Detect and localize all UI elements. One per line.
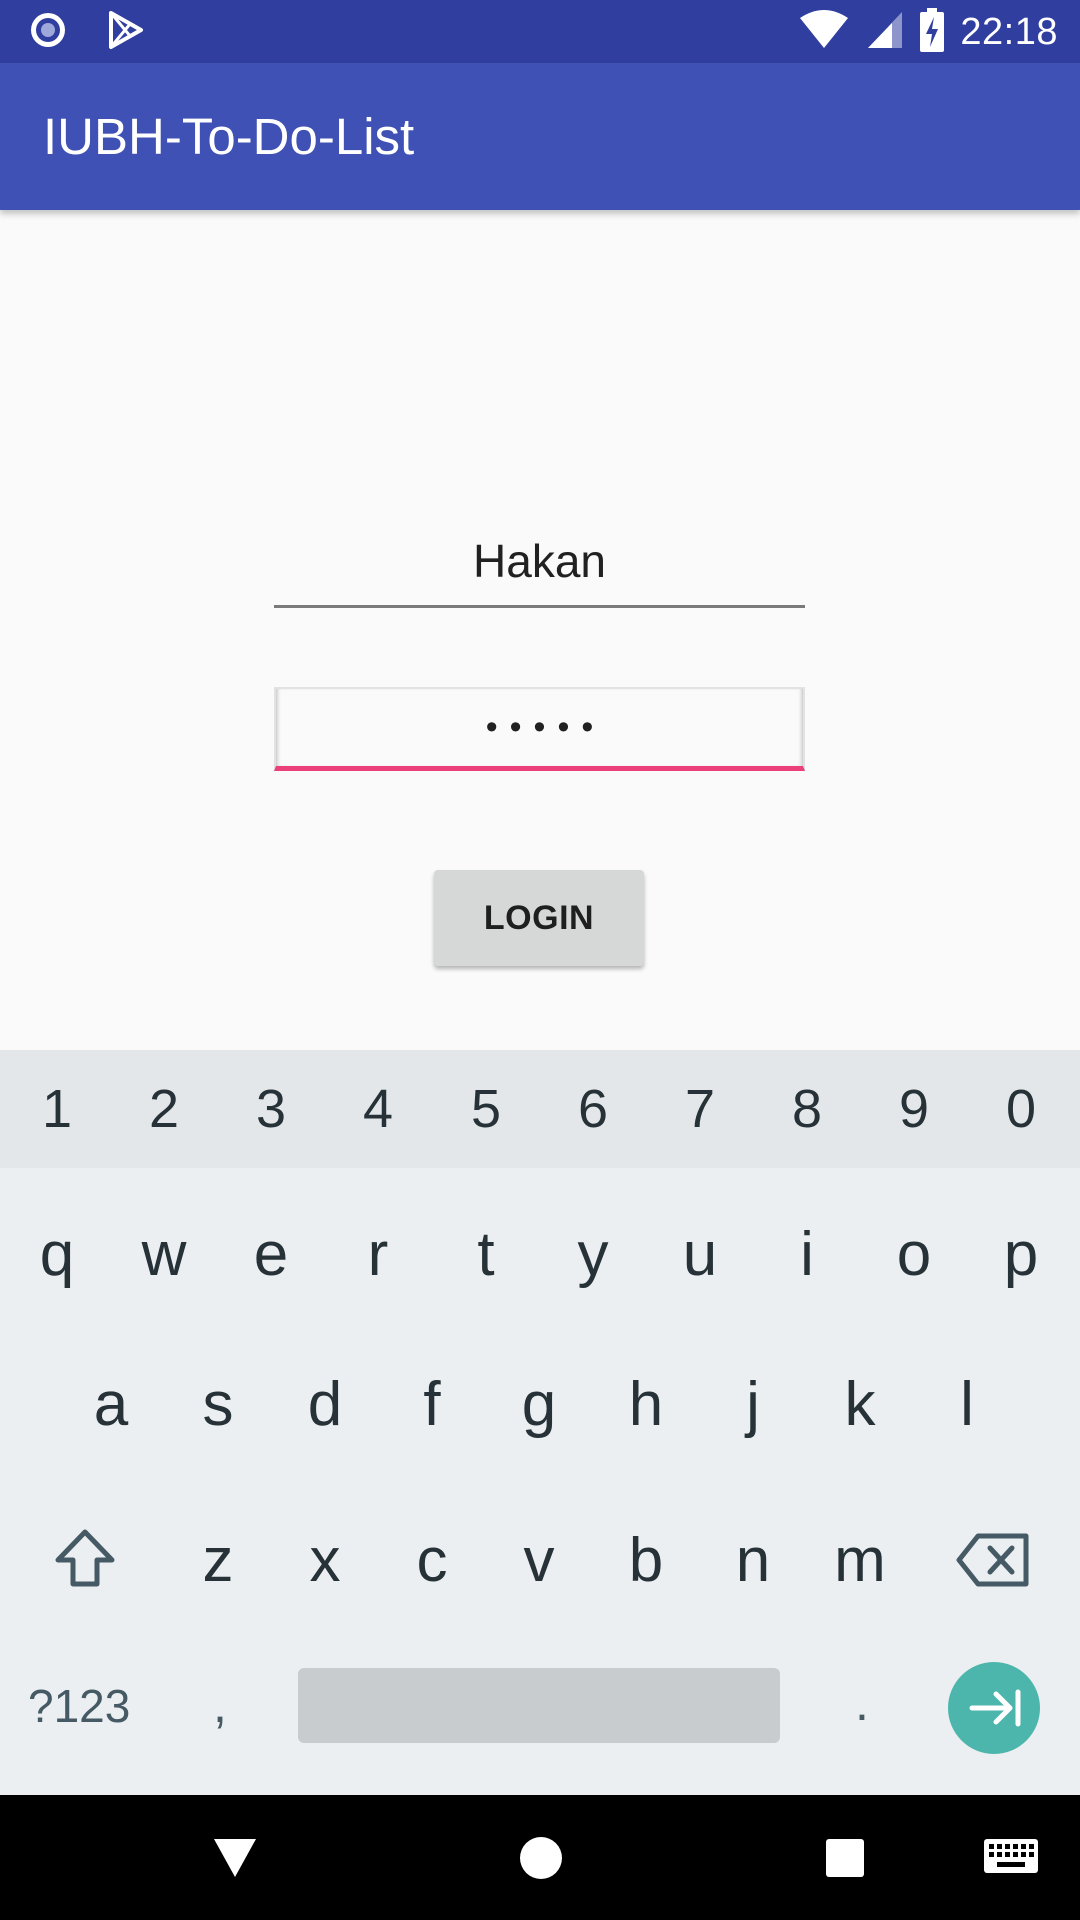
key-l[interactable]: l xyxy=(927,1360,1007,1460)
recents-icon[interactable] xyxy=(800,1795,890,1920)
key-c[interactable]: c xyxy=(392,1516,472,1616)
key-8[interactable]: 8 xyxy=(767,1050,847,1168)
screen: 22:18 IUBH-To-Do-List Hakan ••••• LOGIN … xyxy=(0,0,1080,1920)
play-store-icon xyxy=(108,10,144,55)
backspace-icon[interactable] xyxy=(956,1532,1030,1588)
space-key[interactable] xyxy=(298,1668,780,1743)
status-system: 22:18 xyxy=(798,7,1058,57)
key-m[interactable]: m xyxy=(820,1516,900,1616)
key-s[interactable]: s xyxy=(178,1360,258,1460)
key-0[interactable]: 0 xyxy=(981,1050,1061,1168)
status-notifications xyxy=(28,10,144,55)
key-b[interactable]: b xyxy=(606,1516,686,1616)
key-t[interactable]: t xyxy=(446,1210,526,1310)
next-field-icon[interactable] xyxy=(948,1662,1040,1754)
key-6[interactable]: 6 xyxy=(553,1050,633,1168)
key-p[interactable]: p xyxy=(981,1210,1061,1310)
password-value: ••••• xyxy=(485,708,606,746)
key-x[interactable]: x xyxy=(285,1516,365,1616)
keyboard-number-row: 1 2 3 4 5 6 7 8 9 0 xyxy=(0,1050,1080,1168)
notification-circle-icon xyxy=(28,10,68,55)
app-title: IUBH-To-Do-List xyxy=(43,108,415,165)
key-1[interactable]: 1 xyxy=(17,1050,97,1168)
app-bar: IUBH-To-Do-List xyxy=(0,63,1080,210)
key-i[interactable]: i xyxy=(767,1210,847,1310)
key-d[interactable]: d xyxy=(285,1360,365,1460)
status-bar: 22:18 xyxy=(0,0,1080,63)
key-k[interactable]: k xyxy=(820,1360,900,1460)
key-4[interactable]: 4 xyxy=(338,1050,418,1168)
key-9[interactable]: 9 xyxy=(874,1050,954,1168)
key-r[interactable]: r xyxy=(338,1210,418,1310)
username-value: Hakan xyxy=(473,535,606,587)
key-q[interactable]: q xyxy=(17,1210,97,1310)
key-o[interactable]: o xyxy=(874,1210,954,1310)
key-w[interactable]: w xyxy=(124,1210,204,1310)
key-h[interactable]: h xyxy=(606,1360,686,1460)
signal-icon xyxy=(866,10,904,55)
comma-key[interactable]: , xyxy=(200,1670,240,1740)
battery-charging-icon xyxy=(920,7,945,57)
home-icon[interactable] xyxy=(496,1795,586,1920)
back-icon[interactable] xyxy=(190,1795,280,1920)
key-f[interactable]: f xyxy=(392,1360,472,1460)
key-v[interactable]: v xyxy=(499,1516,579,1616)
key-n[interactable]: n xyxy=(713,1516,793,1616)
key-7[interactable]: 7 xyxy=(660,1050,740,1168)
key-z[interactable]: z xyxy=(178,1516,258,1616)
key-j[interactable]: j xyxy=(713,1360,793,1460)
key-a[interactable]: a xyxy=(71,1360,151,1460)
navigation-bar xyxy=(0,1795,1080,1920)
soft-keyboard: 1 2 3 4 5 6 7 8 9 0 q w e r t y u i o p … xyxy=(0,1050,1080,1795)
login-button[interactable]: LOGIN xyxy=(434,870,644,966)
key-y[interactable]: y xyxy=(553,1210,633,1310)
key-3[interactable]: 3 xyxy=(231,1050,311,1168)
password-field[interactable]: ••••• xyxy=(274,687,805,771)
key-u[interactable]: u xyxy=(660,1210,740,1310)
period-key[interactable]: . xyxy=(842,1668,882,1738)
wifi-icon xyxy=(798,9,850,55)
key-e[interactable]: e xyxy=(231,1210,311,1310)
keyboard-icon[interactable] xyxy=(966,1795,1056,1920)
status-time: 22:18 xyxy=(960,10,1058,53)
symbols-key[interactable]: ?123 xyxy=(28,1676,148,1736)
shift-icon[interactable] xyxy=(52,1526,118,1592)
username-field[interactable]: Hakan xyxy=(274,526,805,608)
login-content: Hakan ••••• LOGIN xyxy=(0,210,1080,1050)
key-5[interactable]: 5 xyxy=(446,1050,526,1168)
key-g[interactable]: g xyxy=(499,1360,579,1460)
key-2[interactable]: 2 xyxy=(124,1050,204,1168)
